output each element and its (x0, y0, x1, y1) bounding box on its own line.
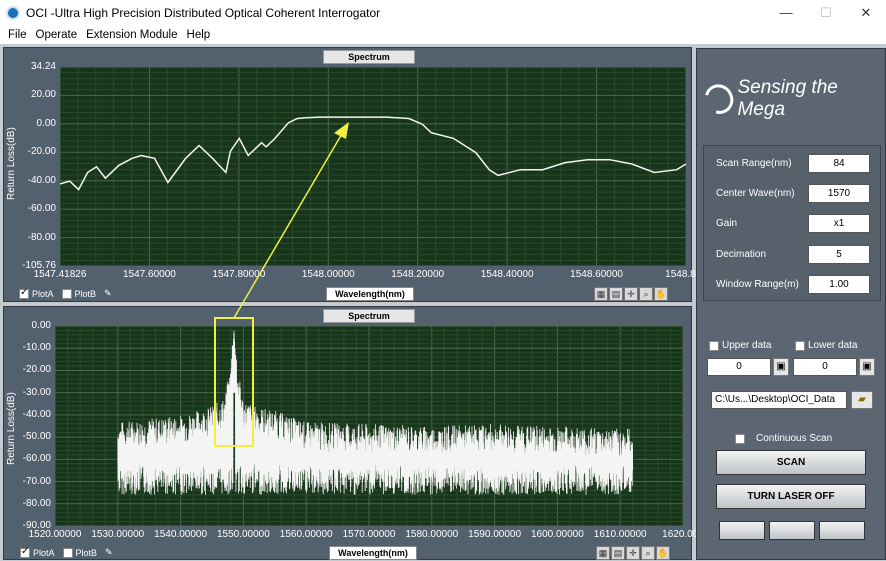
menu-file[interactable]: File (8, 29, 27, 41)
annotation-arrowhead (334, 122, 349, 139)
menu-operate[interactable]: Operate (36, 29, 78, 41)
upper-data-label: Upper data (722, 340, 772, 351)
extra-button-2[interactable] (769, 521, 815, 540)
gain-label: Gain (716, 218, 738, 229)
upper-save-icon[interactable]: ▣ (773, 358, 789, 376)
param-center-wave: Center Wave(nm) 1570 (704, 183, 882, 205)
window-range-label: Window Range(m) (716, 279, 799, 290)
annotation-arrow-line (233, 131, 344, 319)
param-gain: Gain x1 (704, 213, 882, 235)
data-save-group: Upper data Lower data 0 ▣ 0 ▣ C:\Us...\D… (703, 329, 881, 419)
browse-folder-icon[interactable]: ▰ (851, 391, 873, 409)
menu-help[interactable]: Help (187, 29, 211, 41)
window-controls: — ☐ ✕ (766, 0, 886, 26)
decimation-label: Decimation (716, 249, 767, 260)
title-bar: OCI -Ultra High Precision Distributed Op… (0, 0, 886, 26)
decimation-field[interactable]: 5 (808, 245, 870, 264)
extra-button-1[interactable] (719, 521, 765, 540)
extra-button-3[interactable] (819, 521, 865, 540)
param-window-range: Window Range(m) 1.00 (704, 274, 882, 296)
maximize-button[interactable]: ☐ (806, 0, 846, 26)
lower-data-option[interactable]: Lower data (795, 340, 857, 351)
window-range-field[interactable]: 1.00 (808, 275, 870, 294)
turn-laser-off-button[interactable]: TURN LASER OFF (716, 484, 866, 509)
continuous-scan-option[interactable]: Continuous Scan (735, 433, 832, 444)
app-area: Spectrum Return Loss(dB) 34.24 20.00 0.00-… (0, 44, 886, 561)
param-decimation: Decimation 5 (704, 244, 882, 266)
menu-bar: File Operate Extension Module Help (0, 26, 886, 44)
close-button[interactable]: ✕ (846, 0, 886, 26)
logo-mark-icon (699, 78, 740, 120)
logo-text: Sensing the Mega (737, 77, 838, 120)
scan-button[interactable]: SCAN (716, 450, 866, 475)
menu-extension-module[interactable]: Extension Module (86, 29, 177, 41)
peak-highlight-box (214, 317, 254, 447)
center-wave-field[interactable]: 1570 (808, 184, 870, 203)
gain-field[interactable]: x1 (808, 214, 870, 233)
window-title: OCI -Ultra High Precision Distributed Op… (26, 6, 381, 20)
minimize-button[interactable]: — (766, 0, 806, 26)
upper-data-checkbox[interactable] (709, 340, 719, 351)
lower-data-field[interactable]: 0 (793, 358, 857, 376)
parameters-group: Scan Range(nm) 84 Center Wave(nm) 1570 G… (703, 145, 881, 301)
center-wave-label: Center Wave(nm) (716, 188, 795, 199)
logo: Sensing the Mega (699, 77, 881, 120)
scan-range-field[interactable]: 84 (808, 154, 870, 173)
app-icon (6, 6, 20, 20)
lower-data-checkbox[interactable] (795, 340, 805, 351)
lower-save-icon[interactable]: ▣ (859, 358, 875, 376)
scan-range-label: Scan Range(nm) (716, 158, 792, 169)
continuous-scan-label: Continuous Scan (756, 433, 833, 444)
continuous-scan-checkbox[interactable] (735, 433, 745, 444)
upper-data-option[interactable]: Upper data (709, 340, 771, 351)
upper-data-field[interactable]: 0 (707, 358, 771, 376)
save-path-field[interactable]: C:\Us...\Desktop\OCI_Data (711, 391, 847, 409)
annotation-overlay (214, 122, 349, 447)
param-scan-range: Scan Range(nm) 84 (704, 153, 882, 175)
lower-data-label: Lower data (808, 340, 858, 351)
control-panel: Sensing the Mega Scan Range(nm) 84 Cente… (696, 48, 886, 560)
